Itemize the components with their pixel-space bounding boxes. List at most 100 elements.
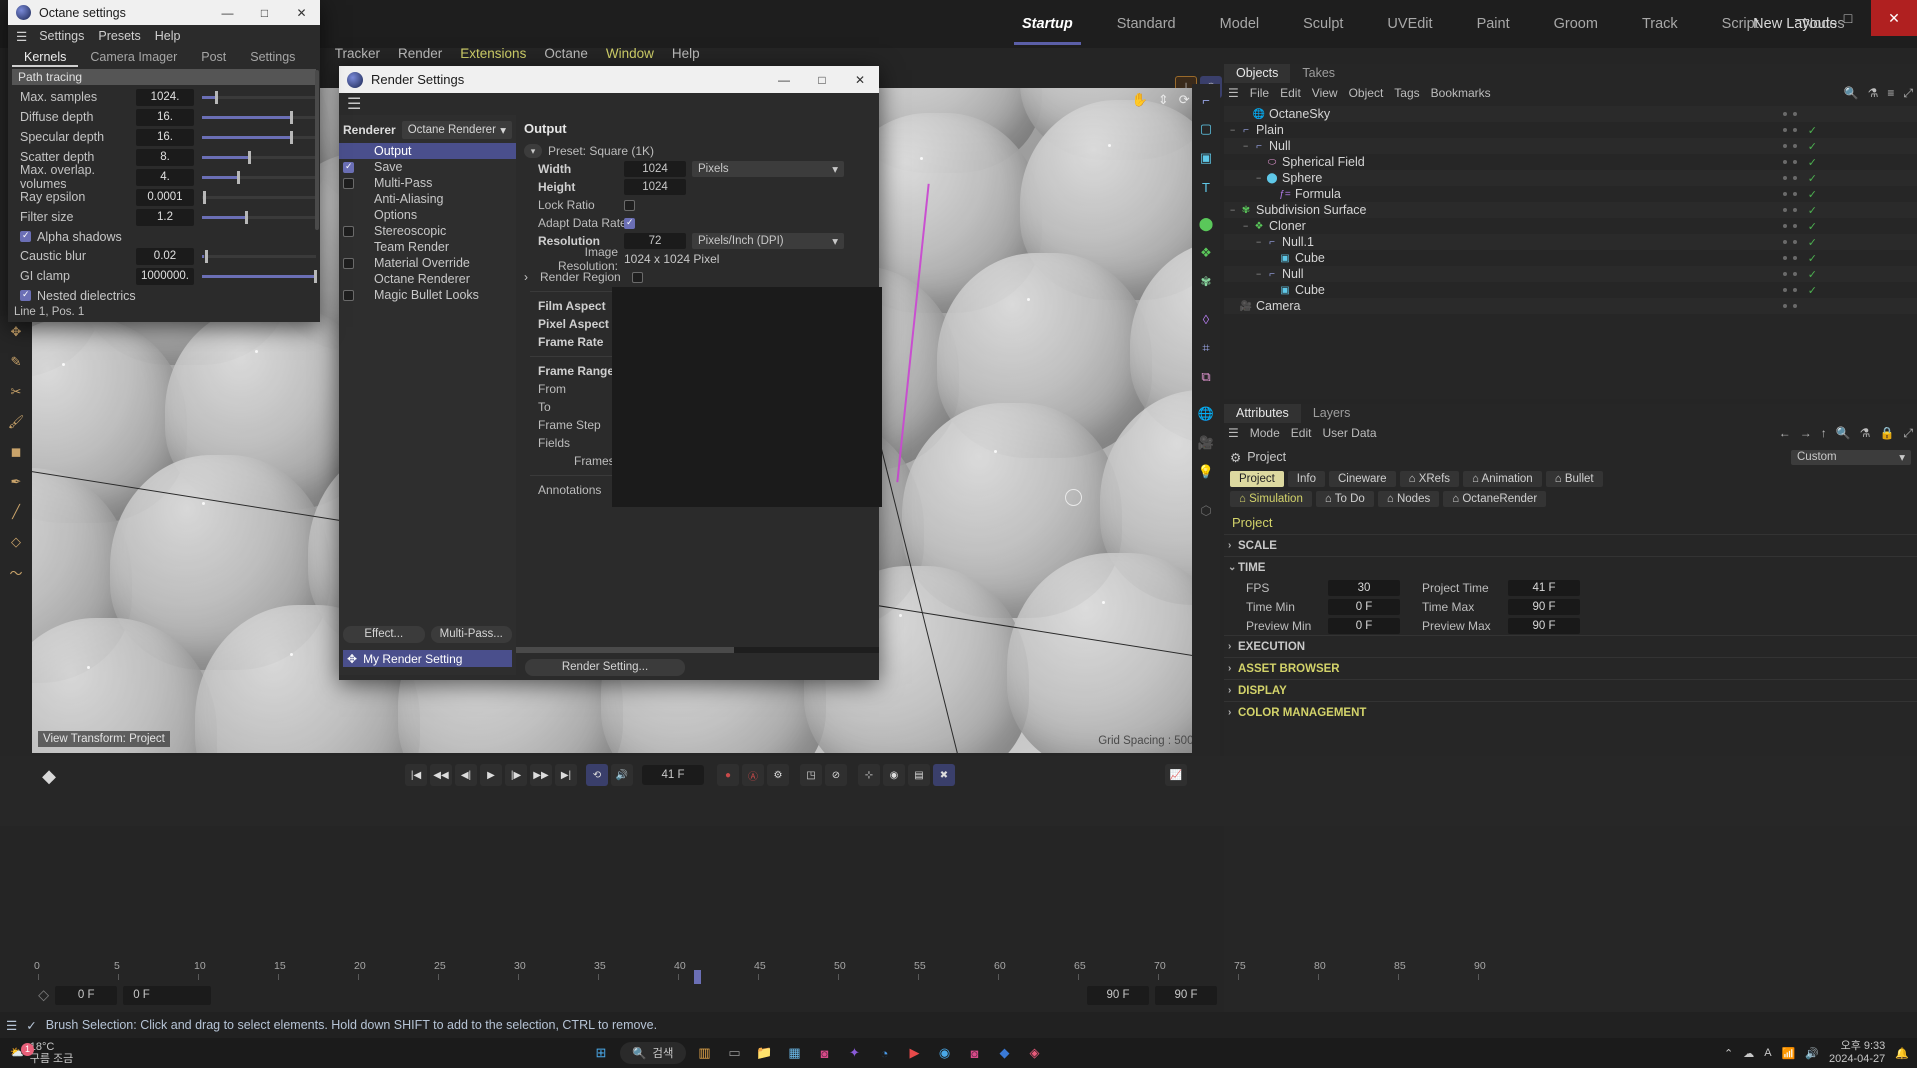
chevron-right-icon[interactable]: ›: [524, 270, 534, 284]
position-key-button[interactable]: ◳: [800, 764, 822, 786]
nested-dielectrics-checkbox[interactable]: [20, 289, 31, 301]
render-item-output[interactable]: Output: [339, 143, 516, 159]
selected-render-setting[interactable]: ✥ My Render Setting: [343, 650, 512, 667]
attributes-menu-mode[interactable]: Mode: [1250, 426, 1280, 440]
field-value[interactable]: 0 F: [1328, 598, 1400, 615]
timeline-playhead[interactable]: [694, 970, 701, 984]
octane-settings-window[interactable]: Octane settings — □ ✕ ☰ Settings Presets H…: [8, 0, 320, 322]
object-tree-dots[interactable]: [1783, 240, 1797, 244]
brush-tool-icon[interactable]: ✎: [4, 350, 28, 374]
instagram2-icon[interactable]: ◙: [964, 1042, 986, 1064]
hamburger-icon[interactable]: ☰: [1228, 426, 1239, 440]
preview-min-field[interactable]: 0 F: [123, 986, 212, 1005]
height-input[interactable]: 1024: [624, 179, 686, 195]
line-tool-icon[interactable]: ╱: [4, 500, 28, 524]
render-settings-item-list[interactable]: Output Save Multi-Pass Anti-Aliasing Options…: [339, 143, 516, 303]
objects-tab-objects[interactable]: Objects: [1224, 64, 1291, 83]
minimize-icon[interactable]: —: [1779, 0, 1825, 36]
loop-button[interactable]: ⟲: [586, 764, 608, 786]
octane-param-row[interactable]: Max. samples 1024.: [8, 87, 320, 107]
render-item-material-override[interactable]: Material Override: [339, 255, 516, 271]
visibility-check-icon[interactable]: ✓: [1808, 252, 1817, 265]
render-settings-menu[interactable]: ☰: [339, 93, 879, 115]
render-item-checkbox[interactable]: [343, 289, 354, 301]
transport-controls[interactable]: |◀ ◀◀ ◀| ▶ |▶ ▶▶ ▶| ⟲ 🔊 41 F ● Ⓐ ⚙ ◳ ⊘ ⊹…: [405, 764, 955, 786]
param-slider[interactable]: [202, 169, 316, 186]
visibility-check-icon[interactable]: ✓: [1808, 236, 1817, 249]
lock-icon[interactable]: 🔒: [1879, 426, 1894, 441]
attribute-chip-xrefs[interactable]: ⌂ XRefs: [1399, 471, 1460, 487]
hamburger-icon[interactable]: ☰: [347, 94, 361, 114]
attribute-chip-cineware[interactable]: Cineware: [1328, 471, 1396, 487]
maximize-icon[interactable]: □: [246, 0, 283, 25]
minimize-icon[interactable]: —: [765, 66, 803, 93]
sort-icon[interactable]: ≡: [1887, 86, 1894, 101]
render-item-checkbox[interactable]: [343, 257, 354, 269]
instagram-icon[interactable]: ◙: [814, 1042, 836, 1064]
close-icon[interactable]: ✕: [1871, 0, 1917, 36]
window-controls[interactable]: — □ ✕: [1779, 0, 1917, 36]
store-icon[interactable]: ▦: [784, 1042, 806, 1064]
app-icon[interactable]: ◈: [1024, 1042, 1046, 1064]
time-field-row[interactable]: FPS 30 Project Time 41 F: [1224, 578, 1917, 597]
keyframe-icon[interactable]: ◆: [38, 766, 60, 788]
tree-expander[interactable]: −: [1230, 125, 1239, 135]
object-tree-dots[interactable]: [1783, 272, 1797, 276]
render-item-anti-aliasing[interactable]: Anti-Aliasing: [339, 191, 516, 207]
render-item-checkbox[interactable]: [343, 161, 354, 173]
object-tree-row[interactable]: ▣ Cube ✓: [1224, 282, 1917, 298]
attribute-chip-to-do[interactable]: ⌂ To Do: [1315, 491, 1374, 507]
render-item-octane-renderer[interactable]: Octane Renderer: [339, 271, 516, 287]
time-field-row[interactable]: Time Min 0 F Time Max 90 F: [1224, 597, 1917, 616]
step-back-button[interactable]: ◀|: [455, 764, 477, 786]
menu-render[interactable]: Render: [389, 46, 451, 61]
object-tree-dots[interactable]: [1783, 304, 1797, 308]
hand-icon[interactable]: ✋: [1132, 92, 1148, 108]
attribute-chip-bullet[interactable]: ⌂ Bullet: [1545, 471, 1603, 487]
polygon-tool-icon[interactable]: ◇: [4, 530, 28, 554]
visibility-check-icon[interactable]: ✓: [1808, 156, 1817, 169]
visibility-check-icon[interactable]: ✓: [1808, 204, 1817, 217]
object-tree-dots[interactable]: [1783, 224, 1797, 228]
taskview-icon[interactable]: ▭: [724, 1042, 746, 1064]
close-icon[interactable]: ✕: [841, 66, 879, 93]
param-value[interactable]: 8.: [136, 148, 194, 166]
render-settings-window-controls[interactable]: — □ ✕: [765, 66, 879, 93]
object-tree-dots[interactable]: [1783, 256, 1797, 260]
param-value[interactable]: 1.2: [136, 208, 194, 226]
octane-kernel-rows2[interactable]: Caustic blur 0.02 GI clamp 1000000.: [8, 246, 320, 286]
attributes-menu-user-data[interactable]: User Data: [1322, 426, 1376, 440]
left-tool-palette[interactable]: ✥ ✎ ✂ 🖌 ◼ ✒ ╱ ◇ ～: [0, 316, 32, 756]
back-arrow-icon[interactable]: ←: [1779, 426, 1791, 441]
height-row[interactable]: Height 1024: [516, 178, 879, 196]
param-slider[interactable]: [202, 149, 316, 166]
attribute-chip-simulation[interactable]: ⌂ Simulation: [1230, 491, 1312, 507]
play-button[interactable]: ▶: [480, 764, 502, 786]
effect-button[interactable]: Effect...: [343, 626, 425, 643]
render-item-multi-pass[interactable]: Multi-Pass: [339, 175, 516, 191]
tree-expander[interactable]: −: [1256, 173, 1265, 183]
maximize-icon[interactable]: □: [803, 66, 841, 93]
chrome-icon[interactable]: ◉: [934, 1042, 956, 1064]
octane-menu[interactable]: ☰ Settings Presets Help: [8, 25, 320, 47]
search-box[interactable]: 🔍 검색: [620, 1042, 686, 1064]
object-tree-dots[interactable]: [1783, 128, 1797, 132]
lock-ratio-checkbox[interactable]: [624, 199, 635, 211]
lock-ratio-row[interactable]: Lock Ratio: [516, 196, 879, 214]
wifi-icon[interactable]: 📶: [1782, 1047, 1796, 1060]
param-slider[interactable]: [202, 248, 316, 265]
object-tree-row[interactable]: − ⌐ Plain ✓: [1224, 122, 1917, 138]
cinema4d-icon[interactable]: ◆: [994, 1042, 1016, 1064]
search-icon[interactable]: 🔍: [1844, 86, 1859, 101]
object-tree-row[interactable]: ▣ Cube ✓: [1224, 250, 1917, 266]
render-settings-buttons[interactable]: Effect... Multi-Pass...: [343, 626, 512, 643]
hamburger-icon[interactable]: ☰: [16, 29, 27, 44]
param-value[interactable]: 0.02: [136, 247, 194, 265]
move-tool-icon[interactable]: ✥: [4, 320, 28, 344]
cube-primitive-icon[interactable]: ▣: [1194, 146, 1218, 170]
spline-tool-icon[interactable]: ～: [4, 560, 28, 584]
clock-date[interactable]: 2024-04-27: [1829, 1053, 1885, 1066]
field-value-2[interactable]: 41 F: [1508, 579, 1580, 596]
timeline-range-right[interactable]: 90 F 90 F: [1087, 986, 1217, 1005]
object-tree-dots[interactable]: [1783, 176, 1797, 180]
